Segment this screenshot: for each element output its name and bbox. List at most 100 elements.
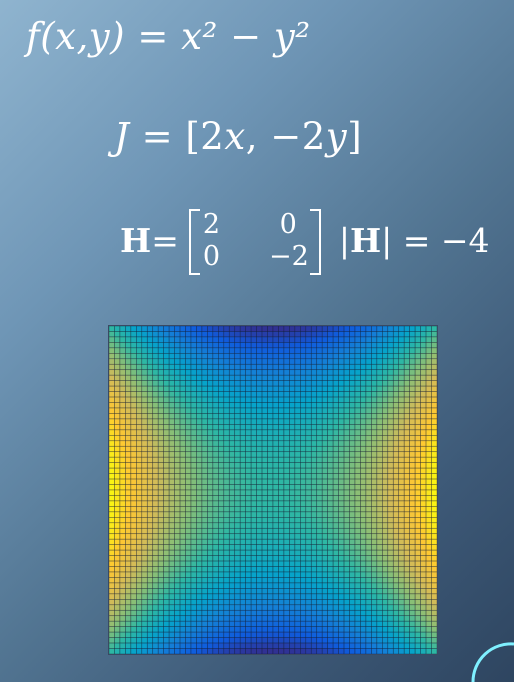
surface-cell [409,413,416,420]
surface-cell [403,609,410,617]
surface-cell [403,326,410,332]
surface-cell [300,473,307,480]
surface-cell [228,374,236,381]
surface-cell [256,380,263,387]
surface-cell [327,604,334,611]
surface-cell [349,407,356,414]
surface-cell [234,588,241,595]
surface-cell [409,369,416,376]
surface-cell [360,582,367,589]
surface-cell [130,462,137,469]
surface-cell [245,593,252,600]
surface-cell [190,484,197,491]
surface-cell [261,560,268,567]
surface-cell [190,522,197,529]
surface-cell [371,336,378,343]
surface-cell [256,588,263,595]
surface-cell [283,637,290,644]
surface-cell [152,396,159,403]
surface-cell [218,467,225,474]
surface-cell [196,637,203,644]
surface-cell [327,593,334,600]
surface-cell [431,604,437,611]
surface-cell [250,588,257,595]
surface-cell [420,566,427,573]
surface-cell [218,495,225,502]
surface-cell [130,407,137,414]
surface-cell [272,369,279,376]
surface-cell [278,620,285,627]
surface-cell [343,456,350,463]
surface-cell [327,642,334,649]
surface-cell [179,374,186,381]
surface-cell [157,391,164,398]
surface-cell [305,555,312,562]
surface-cell [425,391,432,398]
surface-cell [157,527,164,535]
surface-cell [223,396,230,403]
surface-cell [310,451,318,458]
surface-cell [234,353,241,360]
surface-cell [125,380,132,387]
surface-cell [245,495,252,502]
surface-cell [228,473,236,480]
surface-cell [125,642,132,649]
surface-cell [409,396,416,403]
surface-cell [196,374,203,381]
surface-cell [141,418,148,425]
surface-cell [141,385,148,392]
surface-cell [283,500,290,507]
surface-cell [392,599,400,606]
surface-cell [136,396,143,403]
surface-cell [141,517,148,524]
surface-cell [289,331,296,338]
surface-cell [250,495,257,502]
surface-cell [223,435,230,442]
surface-cell [223,374,230,381]
surface-cell [371,342,378,349]
surface-cell [310,435,318,442]
surface-cell [256,511,263,518]
surface-cell [349,369,356,376]
surface-cell [305,582,312,589]
surface-cell [179,549,186,556]
jacobian-rhs-close: ] [347,115,363,158]
surface-cell [174,631,181,638]
surface-cell [403,435,410,442]
surface-cell [425,604,432,611]
surface-cell [360,435,367,442]
surface-cell [420,347,427,354]
surface-cell [300,445,307,453]
surface-cell [141,626,148,633]
surface-cell [168,506,175,513]
surface-cell [218,407,225,414]
surface-cell [190,500,197,507]
surface-cell [136,506,143,513]
surface-cell [403,396,410,403]
surface-cell [190,544,197,551]
surface-cell [228,445,236,453]
surface-cell [360,353,367,360]
surface-cell [294,435,301,442]
surface-cell [212,353,219,360]
surface-cell [321,495,328,502]
surface-cell [174,511,181,518]
surface-cell [114,358,121,365]
surface-cell [218,566,225,573]
surface-cell [294,374,301,381]
surface-cell [185,593,192,600]
surface-cell [272,631,279,638]
surface-cell [360,380,367,387]
surface-cell [272,440,279,447]
surface-cell [305,445,312,453]
surface-cell [179,533,186,540]
surface-cell [136,495,143,502]
matrix-cell-1-1: −2 [269,241,309,272]
surface-cell [327,615,334,622]
surface-cell [343,347,350,354]
surface-cell [387,571,394,578]
surface-cell [196,620,203,627]
surface-cell [349,609,356,617]
surface-cell [218,445,225,453]
surface-cell [201,599,208,606]
